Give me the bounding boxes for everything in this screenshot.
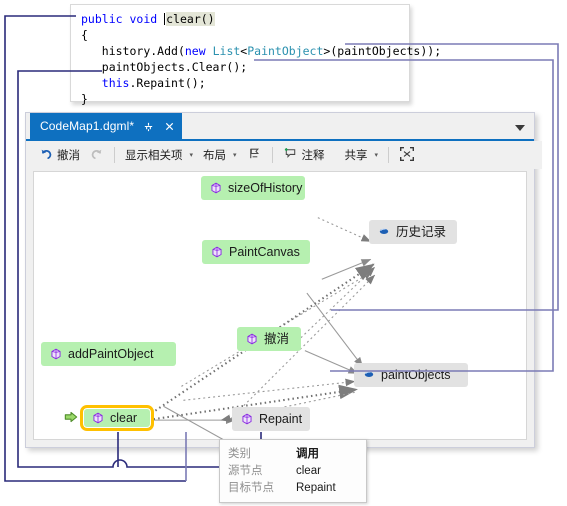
graph-node-label: addPaintObject bbox=[68, 346, 154, 361]
tab-strip: CodeMap1.dgml* bbox=[26, 113, 534, 141]
codemap-toolbar: 撤消 显示相关项 ▾ 布局 ▾ 注释 共享 ▾ bbox=[26, 141, 542, 169]
chevron-down-icon[interactable]: ▾ bbox=[233, 151, 237, 159]
code-editor-card: public void clear() { history.Add(new Li… bbox=[70, 4, 441, 106]
tooltip-row: 目标节点 Repaint bbox=[228, 480, 336, 497]
graph-node-addPaintObject[interactable]: addPaintObject bbox=[41, 342, 176, 366]
tooltip-value: Repaint bbox=[296, 482, 336, 494]
text-caret bbox=[164, 13, 166, 25]
field-icon bbox=[378, 226, 390, 238]
code-token-repaint: .Repaint(); bbox=[129, 76, 206, 90]
method-icon bbox=[50, 348, 62, 360]
layout-label: 布局 bbox=[203, 150, 227, 162]
tab-label: CodeMap1.dgml* bbox=[40, 119, 135, 133]
undo-arrow-icon bbox=[39, 147, 53, 164]
redo-button[interactable] bbox=[85, 143, 109, 167]
code-token-void: void bbox=[129, 12, 158, 26]
tooltip-key: 目标节点 bbox=[228, 482, 274, 494]
chevron-down-icon[interactable]: ▾ bbox=[190, 151, 194, 159]
graph-node-lishijilu[interactable]: 历史记录 bbox=[369, 220, 457, 244]
tooltip-value: clear bbox=[296, 465, 321, 477]
tooltip-row: 类别 调用 bbox=[228, 446, 336, 463]
tooltip-key: 源节点 bbox=[228, 465, 263, 477]
code-token-paintobjects-arg: (paintObjects)); bbox=[330, 44, 442, 58]
chevron-down-icon[interactable] bbox=[515, 119, 525, 137]
code-token-brace-close: } bbox=[81, 92, 88, 106]
undo-button[interactable]: 撤消 bbox=[34, 143, 85, 167]
method-icon bbox=[92, 412, 104, 424]
graph-node-label: clear bbox=[110, 410, 138, 425]
edge-tooltip: 类别 调用源节点 clear 目标节点 Repaint bbox=[219, 439, 367, 503]
graph-node-label: paintObjects bbox=[381, 367, 451, 382]
show-related-label: 显示相关项 bbox=[125, 150, 183, 162]
code-token-list: List bbox=[212, 44, 241, 58]
redo-arrow-icon bbox=[90, 147, 104, 164]
tooltip-key: 类别 bbox=[228, 448, 251, 460]
tooltip-table: 类别 调用源节点 clear 目标节点 Repaint bbox=[228, 446, 336, 497]
code-token-paintobjects-clear: paintObjects.Clear(); bbox=[101, 60, 248, 74]
graph-node-clear[interactable]: clear bbox=[80, 405, 154, 431]
code-text: public void clear() { history.Add(new Li… bbox=[81, 11, 441, 107]
graph-node-label: PaintCanvas bbox=[229, 244, 300, 259]
share-label: 共享 bbox=[344, 150, 368, 162]
code-token-clear: clear() bbox=[166, 12, 215, 26]
code-token-this: this bbox=[101, 76, 130, 90]
entry-point-arrow-icon bbox=[64, 410, 78, 429]
show-related-button[interactable]: 显示相关项 ▾ bbox=[120, 143, 198, 167]
comment-button[interactable]: 注释 bbox=[278, 143, 330, 167]
fit-to-screen-icon bbox=[399, 146, 415, 165]
graph-edges bbox=[146, 217, 376, 439]
graph-node-label: 撤消 bbox=[264, 331, 290, 346]
share-button[interactable]: 共享 ▾ bbox=[340, 143, 384, 167]
code-token-history-add: history.Add( bbox=[101, 44, 185, 58]
layout-button[interactable]: 布局 ▾ bbox=[198, 143, 242, 167]
tab-codemap1[interactable]: CodeMap1.dgml* bbox=[30, 113, 183, 139]
toolbar-separator-1 bbox=[114, 147, 115, 163]
tooltip-row: 源节点 clear bbox=[228, 463, 336, 480]
graph-node-Repaint[interactable]: Repaint bbox=[232, 407, 310, 431]
code-token-new: new bbox=[184, 44, 206, 58]
fit-to-screen-button[interactable] bbox=[394, 143, 420, 167]
field-icon bbox=[363, 369, 375, 381]
method-icon bbox=[211, 246, 223, 258]
code-token-public: public bbox=[81, 12, 123, 26]
toolbar-separator-3 bbox=[388, 147, 390, 163]
pin-icon[interactable] bbox=[141, 119, 155, 133]
method-icon bbox=[246, 333, 258, 345]
code-token-brace-open: { bbox=[81, 28, 88, 42]
filter-button[interactable] bbox=[242, 143, 267, 167]
tooltip-value: 调用 bbox=[296, 448, 319, 460]
undo-label: 撤消 bbox=[57, 150, 80, 162]
add-comment-icon bbox=[283, 146, 298, 164]
toolbar-separator-2 bbox=[271, 147, 273, 163]
flag-filter-icon bbox=[247, 146, 262, 164]
graph-node-sizeOfHistory[interactable]: sizeOfHistory bbox=[201, 176, 305, 200]
graph-node-label: Repaint bbox=[259, 411, 303, 426]
comment-label: 注释 bbox=[301, 150, 325, 162]
graph-canvas[interactable]: sizeOfHistory PaintCanvas 历史记录 addPaintObje… bbox=[33, 171, 527, 440]
graph-node-PaintCanvas[interactable]: PaintCanvas bbox=[202, 240, 310, 264]
method-icon bbox=[241, 413, 253, 425]
codemap-tool-window: CodeMap1.dgml* 撤消 显示相关项 ▾ 布局 ▾ 注释 共享 ▾ s… bbox=[25, 112, 542, 448]
method-icon bbox=[210, 182, 222, 194]
close-icon[interactable] bbox=[162, 119, 176, 133]
chevron-down-icon[interactable]: ▾ bbox=[375, 151, 379, 159]
graph-node-chexiao[interactable]: 撤消 bbox=[237, 327, 301, 351]
graph-node-label: 历史记录 bbox=[396, 224, 447, 239]
code-token-paintobject: PaintObject bbox=[247, 44, 324, 58]
graph-node-paintObjects[interactable]: paintObjects bbox=[354, 363, 468, 387]
graph-node-label: sizeOfHistory bbox=[228, 180, 303, 195]
